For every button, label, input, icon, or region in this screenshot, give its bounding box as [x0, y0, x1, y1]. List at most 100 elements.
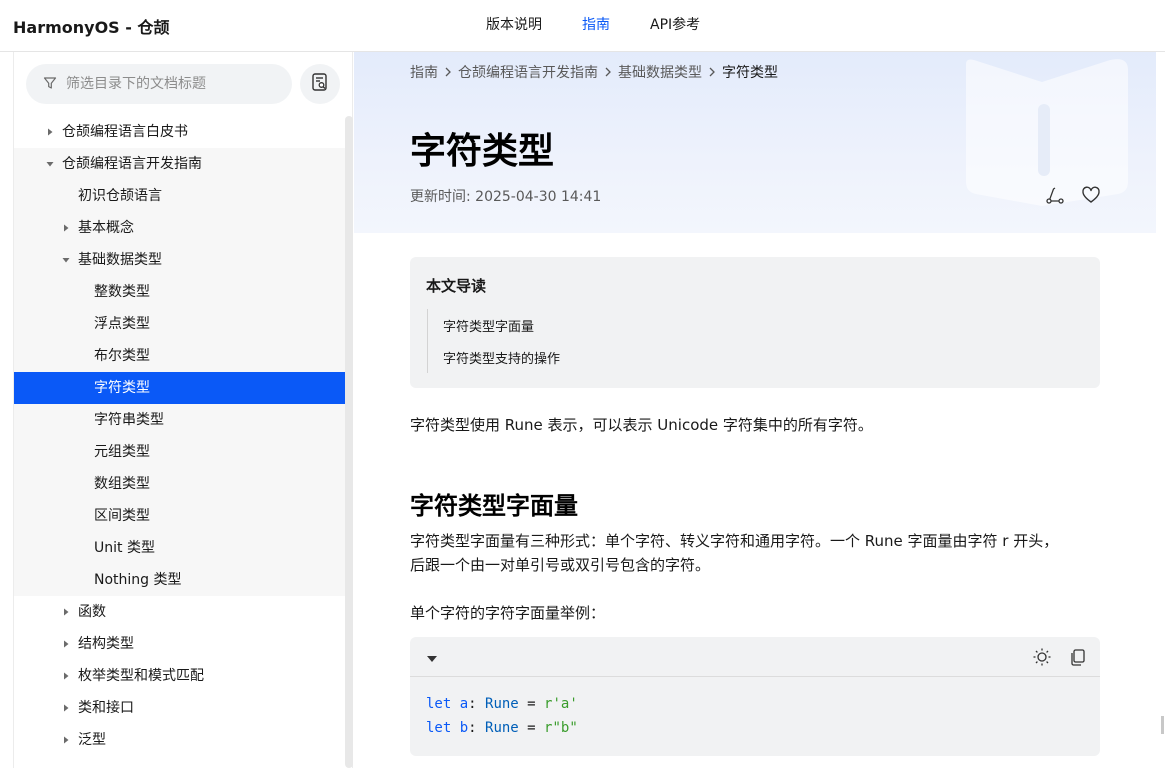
tree-item-label: 函数	[78, 604, 106, 620]
code-keyword: let	[426, 720, 452, 736]
tree-item-label: 仓颉编程语言白皮书	[62, 124, 188, 140]
tree-item-label: 字符串类型	[94, 412, 164, 428]
tree-item-label: 整数类型	[94, 284, 150, 300]
code-identifier: b	[451, 720, 469, 736]
breadcrumb-dev-guide[interactable]: 仓颉编程语言开发指南	[458, 62, 598, 82]
caret-right-icon[interactable]	[60, 596, 72, 628]
tree-item-label: 仓颉编程语言开发指南	[62, 156, 202, 172]
tree-item-label: 类和接口	[78, 700, 134, 716]
caret-right-icon[interactable]	[60, 212, 72, 244]
tree-item-basic-concepts[interactable]: 基本概念	[14, 212, 345, 244]
caret-down-icon[interactable]	[60, 244, 72, 276]
toc-link-operations[interactable]: 字符类型支持的操作	[443, 348, 560, 367]
main-scrollbar[interactable]	[1161, 716, 1164, 734]
collapse-toggle-icon[interactable]	[426, 651, 438, 669]
sun-icon[interactable]	[1032, 647, 1052, 672]
breadcrumb-basic-types[interactable]: 基础数据类型	[618, 62, 702, 82]
tree-item-label: 枚举类型和模式匹配	[78, 668, 204, 684]
share-icon[interactable]	[1044, 184, 1066, 206]
brand-title[interactable]: HarmonyOS - 仓颉	[13, 14, 169, 38]
tree-item-tuple[interactable]: 元组类型	[14, 436, 345, 468]
tree-item-label: 区间类型	[94, 508, 150, 524]
page-hero: 指南 仓颉编程语言开发指南 基础数据类型 字符类型 字符类型 更新时间: 202…	[354, 52, 1156, 233]
tree-item-range[interactable]: 区间类型	[14, 500, 345, 532]
tree-item-label: Nothing 类型	[94, 572, 182, 588]
funnel-icon	[43, 76, 57, 95]
tree-item-generics[interactable]: 泛型	[14, 724, 345, 756]
code-block: let a: Rune = r'a' let b: Rune = r"b"	[410, 637, 1100, 756]
tree-item-whitepaper[interactable]: 仓颉编程语言白皮书	[14, 116, 345, 148]
code-line-1: let a: Rune = r'a'	[426, 696, 578, 712]
tree-item-rune[interactable]: 字符类型	[14, 372, 345, 404]
caret-right-icon[interactable]	[60, 724, 72, 756]
caret-right-icon[interactable]	[60, 628, 72, 660]
literal-paragraph-line2: 后跟一个由一对单引号或双引号包含的字符。	[410, 556, 711, 574]
toc-link-literal[interactable]: 字符类型字面量	[443, 316, 534, 335]
tree-item-string[interactable]: 字符串类型	[14, 404, 345, 436]
chevron-right-icon	[603, 66, 613, 78]
breadcrumb: 指南 仓颉编程语言开发指南 基础数据类型 字符类型	[410, 62, 778, 82]
code-string: r'a'	[544, 696, 578, 712]
example-caption: 单个字符的字符字面量举例：	[410, 604, 606, 622]
tree-item-dev-guide[interactable]: 仓颉编程语言开发指南	[14, 148, 345, 180]
page-title: 字符类型	[410, 131, 555, 172]
chevron-right-icon	[707, 66, 717, 78]
tree-item-struct[interactable]: 结构类型	[14, 628, 345, 660]
heart-icon[interactable]	[1080, 184, 1102, 206]
tree-item-float[interactable]: 浮点类型	[14, 308, 345, 340]
caret-down-icon[interactable]	[44, 148, 56, 180]
tree-item-bool[interactable]: 布尔类型	[14, 340, 345, 372]
breadcrumb-current: 字符类型	[722, 65, 778, 81]
code-line-2: let b: Rune = r"b"	[426, 720, 578, 736]
tree-item-class-interface[interactable]: 类和接口	[14, 692, 345, 724]
tree-item-enum[interactable]: 枚举类型和模式匹配	[14, 660, 345, 692]
doc-search-icon	[310, 72, 330, 97]
tree-item-unit[interactable]: Unit 类型	[14, 532, 345, 564]
tree-item-integer[interactable]: 整数类型	[14, 276, 345, 308]
updated-time: 更新时间: 2025-04-30 14:41	[410, 189, 602, 205]
literal-paragraph-line1: 字符类型字面量有三种形式：单个字符、转义字符和通用字符。一个 Rune 字面量由…	[410, 532, 1059, 550]
nav-api-reference[interactable]: API参考	[650, 0, 700, 52]
tree-item-label: 布尔类型	[94, 348, 150, 364]
tree-item-label: 基础数据类型	[78, 252, 162, 268]
toc-divider	[427, 309, 428, 373]
article-toc: 本文导读 字符类型字面量 字符类型支持的操作	[410, 257, 1100, 388]
tree-item-label: Unit 类型	[94, 540, 155, 556]
tree-item-label: 元组类型	[94, 444, 150, 460]
intro-paragraph: 字符类型使用 Rune 表示，可以表示 Unicode 字符集中的所有字符。	[410, 416, 873, 434]
top-header: HarmonyOS - 仓颉 版本说明 指南 API参考	[0, 0, 1165, 52]
tree-item-label: 初识仓颉语言	[78, 188, 162, 204]
sidebar: 仓颉编程语言白皮书 仓颉编程语言开发指南 初识仓颉语言 基本概念 基础数据类型 …	[13, 52, 353, 768]
tree-item-label: 数组类型	[94, 476, 150, 492]
tree-item-label: 基本概念	[78, 220, 134, 236]
code-identifier: a	[451, 696, 469, 712]
copy-icon[interactable]	[1068, 647, 1088, 672]
code-type: Rune	[485, 696, 519, 712]
code-string: r"b"	[544, 720, 578, 736]
sidebar-scrollbar[interactable]	[345, 116, 353, 768]
code-keyword: let	[426, 696, 452, 712]
breadcrumb-guide[interactable]: 指南	[410, 62, 438, 82]
nav-release-notes[interactable]: 版本说明	[486, 0, 542, 52]
code-header	[410, 637, 1100, 677]
code-punct: =	[518, 696, 545, 712]
tree-item-nothing[interactable]: Nothing 类型	[14, 564, 345, 596]
tree-item-basic-types[interactable]: 基础数据类型	[14, 244, 345, 276]
tree-item-label: 结构类型	[78, 636, 134, 652]
caret-right-icon[interactable]	[60, 692, 72, 724]
top-nav: 版本说明 指南 API参考	[486, 0, 740, 52]
search-box	[26, 64, 292, 104]
tree-item-label: 字符类型	[94, 380, 150, 396]
toc-title: 本文导读	[426, 277, 487, 295]
tree-item-functions[interactable]: 函数	[14, 596, 345, 628]
code-punct: =	[518, 720, 545, 736]
code-type: Rune	[485, 720, 519, 736]
caret-right-icon[interactable]	[44, 116, 56, 148]
caret-right-icon[interactable]	[60, 660, 72, 692]
search-input[interactable]	[66, 64, 286, 104]
doc-search-button[interactable]	[300, 64, 340, 104]
tree-item-array[interactable]: 数组类型	[14, 468, 345, 500]
doc-tree: 仓颉编程语言白皮书 仓颉编程语言开发指南 初识仓颉语言 基本概念 基础数据类型 …	[14, 116, 345, 756]
tree-item-intro[interactable]: 初识仓颉语言	[14, 180, 345, 212]
nav-guide[interactable]: 指南	[582, 0, 610, 52]
